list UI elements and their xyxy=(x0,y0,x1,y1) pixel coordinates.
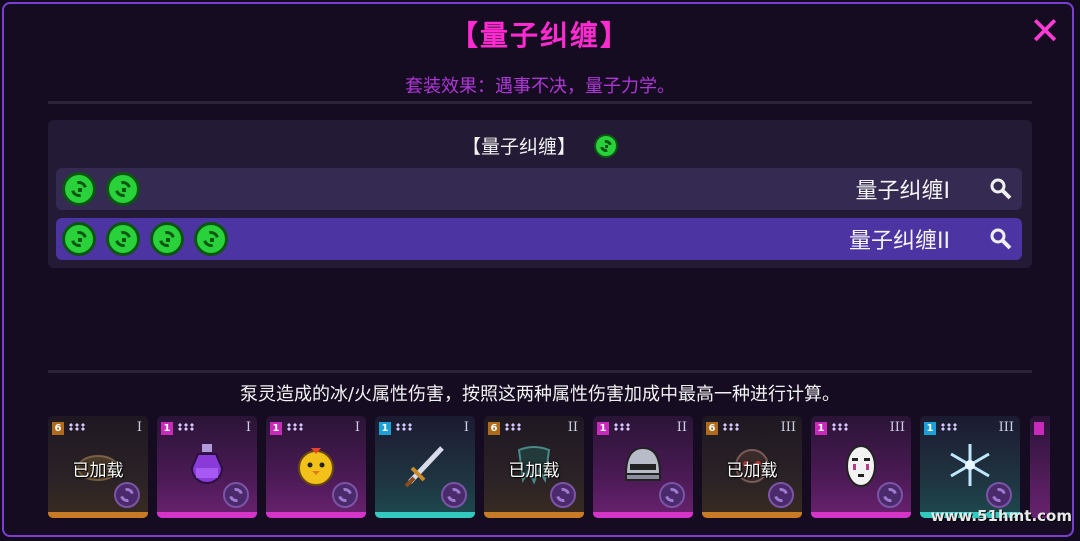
slot-dots xyxy=(722,423,740,431)
slot-dots xyxy=(940,423,958,431)
quantum-icon xyxy=(106,172,140,206)
watermark: www.51hmt.com xyxy=(930,507,1072,525)
quantum-icon xyxy=(332,482,358,508)
item-card-list: 6 I 已加载 1 I 1 I 1 I 6 II 已加载 1 II 6 III … xyxy=(48,416,1048,520)
row-icons xyxy=(62,222,228,256)
tier-label: III xyxy=(889,420,905,435)
level-badge: 1 xyxy=(597,422,609,435)
helmet-icon xyxy=(624,446,662,481)
quantum-icon xyxy=(106,222,140,256)
set-bonus-label: 量子纠缠I xyxy=(855,179,951,204)
set-bonus-row-selected[interactable]: 量子纠缠II xyxy=(56,218,1022,260)
slot-dots xyxy=(286,423,304,431)
loaded-label: 已加载 xyxy=(726,461,778,481)
tier-label: II xyxy=(567,420,578,435)
divider xyxy=(48,370,1032,373)
set-bonus-label: 量子纠缠II xyxy=(849,229,950,254)
tier-label: II xyxy=(676,420,687,435)
loaded-label: 已加载 xyxy=(72,461,124,481)
level-badge: 6 xyxy=(488,422,500,435)
tier-label: I xyxy=(354,420,360,435)
slot-dots xyxy=(68,423,86,431)
tier-label: I xyxy=(136,420,142,435)
quantum-icon xyxy=(659,482,685,508)
potion-icon xyxy=(190,444,224,484)
sword-icon xyxy=(404,446,444,488)
loaded-label: 已加载 xyxy=(508,461,560,481)
item-card[interactable]: 1 II xyxy=(593,416,693,518)
rarity-bar xyxy=(157,512,257,518)
item-card[interactable]: 1 III xyxy=(920,416,1020,518)
row-icons xyxy=(62,172,140,206)
set-bonus-row[interactable]: 量子纠缠I xyxy=(56,168,1022,210)
snowflake-icon xyxy=(950,444,990,486)
divider xyxy=(48,101,1032,104)
item-card[interactable]: 6 III 已加载 xyxy=(702,416,802,518)
level-badge: 1 xyxy=(815,422,827,435)
level-badge xyxy=(1034,422,1044,435)
tier-label: III xyxy=(998,420,1014,435)
item-card[interactable]: 1 I xyxy=(266,416,366,518)
level-badge: 6 xyxy=(52,422,64,435)
quantum-icon xyxy=(594,133,619,158)
item-card[interactable]: 1 III xyxy=(811,416,911,518)
level-badge: 1 xyxy=(924,422,936,435)
rarity-bar xyxy=(811,512,911,518)
dialog-title: 【量子纠缠】 xyxy=(449,19,630,52)
rarity-bar xyxy=(702,512,802,518)
rarity-bar xyxy=(593,512,693,518)
rarity-bar xyxy=(48,512,148,518)
search-icon[interactable] xyxy=(990,178,1012,200)
quantum-icon xyxy=(194,222,228,256)
slot-dots xyxy=(395,423,413,431)
quantum-icon xyxy=(986,482,1012,508)
quantum-icon xyxy=(768,482,794,508)
tier-label: III xyxy=(780,420,796,435)
set-description: 泵灵造成的冰/火属性伤害，按照这两种属性伤害加成中最高一种进行计算。 xyxy=(239,384,841,405)
quantum-icon xyxy=(223,482,249,508)
quantum-icon xyxy=(550,482,576,508)
level-badge: 6 xyxy=(706,422,718,435)
item-card[interactable]: 1 I xyxy=(157,416,257,518)
quantum-icon xyxy=(114,482,140,508)
close-icon[interactable]: ✕ xyxy=(1028,12,1062,50)
slot-dots xyxy=(831,423,849,431)
slot-dots xyxy=(177,423,195,431)
quantum-icon xyxy=(150,222,184,256)
chick-icon xyxy=(298,448,334,486)
tier-label: I xyxy=(245,420,251,435)
item-card-partial[interactable] xyxy=(1030,416,1050,518)
level-badge: 1 xyxy=(379,422,391,435)
panel-header-label: 【量子纠缠】 xyxy=(461,136,576,158)
set-bonus-panel: 【量子纠缠】 量子纠缠I 量子纠缠II xyxy=(48,120,1032,268)
level-badge: 1 xyxy=(161,422,173,435)
slot-dots xyxy=(504,423,522,431)
slot-dots xyxy=(613,423,631,431)
rarity-bar xyxy=(484,512,584,518)
quantum-icon xyxy=(441,482,467,508)
set-effect-text: 套装效果：遇事不决，量子力学。 xyxy=(405,76,675,97)
panel-header: 【量子纠缠】 xyxy=(48,132,1032,159)
item-card[interactable]: 1 I xyxy=(375,416,475,518)
level-badge: 1 xyxy=(270,422,282,435)
quantum-icon xyxy=(877,482,903,508)
rarity-bar xyxy=(375,512,475,518)
rarity-bar xyxy=(266,512,366,518)
item-card[interactable]: 6 II 已加载 xyxy=(484,416,584,518)
search-icon[interactable] xyxy=(990,228,1012,250)
quantum-icon xyxy=(62,222,96,256)
tier-label: I xyxy=(463,420,469,435)
quantum-icon xyxy=(62,172,96,206)
item-card[interactable]: 6 I 已加载 xyxy=(48,416,148,518)
mask-icon xyxy=(846,445,876,487)
